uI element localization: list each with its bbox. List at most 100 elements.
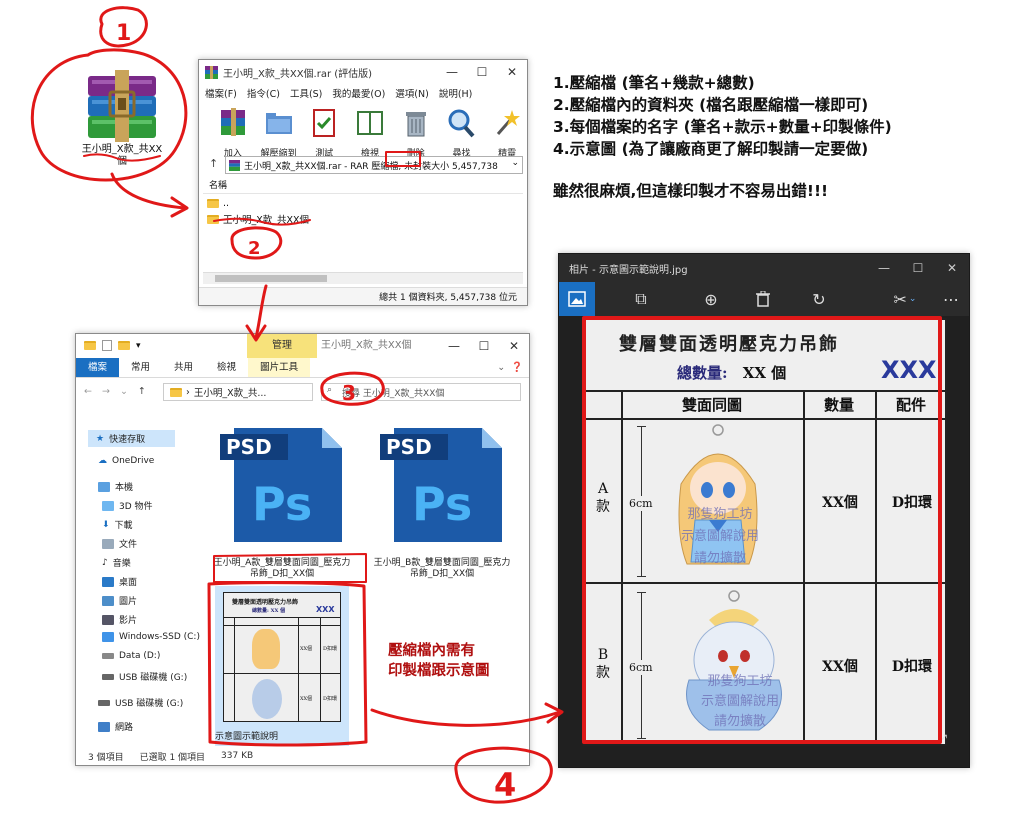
tab-manage[interactable]: 管理 <box>247 334 317 358</box>
sidebar-item-desktop[interactable]: 桌面 <box>102 575 137 588</box>
properties-icon[interactable] <box>102 340 112 351</box>
slideshow-button[interactable]: ⧉ <box>623 282 659 316</box>
new-folder-icon[interactable] <box>118 341 130 350</box>
qat-dropdown-icon[interactable]: ▾ <box>136 341 141 351</box>
sidebar-item-windows-ssd[interactable]: Windows-SSD (C:) <box>102 632 200 642</box>
sidebar-item-this-pc[interactable]: 本機 <box>98 480 133 493</box>
menu-options[interactable]: 選項(N) <box>395 86 429 100</box>
annotation-number-circle <box>99 6 148 48</box>
explorer-ribbon: 檔案 常用 共用 檢視 圖片工具 ⌄ ❓ <box>76 358 529 378</box>
sidebar-item-onedrive[interactable]: ☁ OneDrive <box>98 456 154 466</box>
photos-window[interactable]: 相片 - 示意圖示範說明.jpg — ☐ ✕ ⧉ ⊕ ↻ ✂ ⌄ ⋯ 雙層雙面透明… <box>558 253 970 768</box>
minimize-icon[interactable]: — <box>439 334 469 358</box>
sidebar-item-pictures[interactable]: 圖片 <box>102 594 137 607</box>
psd-badge: PSD <box>386 435 432 459</box>
sidebar-item-network[interactable]: 網路 <box>98 720 133 733</box>
photoshop-file-icon: PSD Ps <box>380 428 502 542</box>
list-item-label: .. <box>223 198 230 209</box>
recent-dropdown-icon[interactable]: ⌄ <box>120 386 128 397</box>
table-col-line <box>621 390 623 744</box>
chevron-down-icon: ⌄ <box>908 294 917 304</box>
sidebar-item-quick-access[interactable]: ★ 快速存取 <box>88 430 176 447</box>
menu-help[interactable]: 說明(H) <box>439 86 473 100</box>
tab-home[interactable]: 常用 <box>119 358 162 377</box>
thumb-line <box>298 617 299 721</box>
table-header-line <box>585 418 945 420</box>
row-b-part: D扣環 <box>891 659 933 675</box>
path-dropdown-icon[interactable]: ⌄ <box>511 158 519 168</box>
tab-share[interactable]: 共用 <box>162 358 205 377</box>
tab-picture-tools[interactable]: 圖片工具 <box>248 358 311 377</box>
photo-canvas[interactable]: 雙層雙面透明壓克力吊飾 總數量: XX 個 XXX 雙面同圖 數量 配件 A 款… <box>583 318 947 746</box>
column-header-name[interactable]: 名稱 <box>203 178 523 194</box>
close-icon[interactable]: ✕ <box>935 254 969 282</box>
forward-icon[interactable]: → <box>102 386 110 397</box>
view-book-icon <box>357 111 384 135</box>
file-item-preview-jpg[interactable]: 雙層雙面透明壓克力吊飾 總數量: XX 個 XXX XX個 D扣環 XX個 D扣… <box>215 586 349 746</box>
horizontal-scrollbar[interactable] <box>203 272 523 284</box>
menu-commands[interactable]: 指令(C) <box>247 86 280 100</box>
rotate-button[interactable]: ↻ <box>801 282 837 316</box>
size-bracket-cap <box>637 426 646 427</box>
file-item-psd-b[interactable]: PSD Ps 王小明_B款_雙層雙面同圖_壓克力吊飾_D扣_XX個 <box>372 420 512 580</box>
close-icon[interactable]: ✕ <box>499 334 529 358</box>
col-part-header: 配件 <box>895 396 926 414</box>
explorer-titlebar[interactable]: ▾ 管理 王小明_X款_共XX個 — ☐ ✕ <box>76 334 529 358</box>
view-collection-button[interactable] <box>559 282 595 316</box>
up-icon[interactable]: ↑ <box>138 386 146 397</box>
scroll-thumb[interactable] <box>215 275 327 282</box>
edit-create-button[interactable]: ✂ ⌄ <box>885 282 925 316</box>
size-bracket-cap <box>637 592 646 593</box>
sidebar-item-usb-drive-root[interactable]: USB 磁碟機 (G:) <box>98 696 183 709</box>
more-options-button[interactable]: ⋯ <box>933 282 969 316</box>
document-icon <box>102 538 114 549</box>
network-icon <box>98 721 110 732</box>
delete-button[interactable] <box>745 282 781 316</box>
file-item-psd-a[interactable]: PSD Ps 王小明_A款_雙層雙面同圖_壓克力吊飾_D扣_XX個 <box>212 420 352 580</box>
up-arrow-icon[interactable]: ↑ <box>209 157 218 170</box>
ribbon-expand-icon[interactable]: ⌄ <box>497 358 511 377</box>
explorer-window[interactable]: ▾ 管理 王小明_X款_共XX個 — ☐ ✕ 檔案 常用 共用 檢視 圖片工具 … <box>75 333 530 766</box>
tab-view[interactable]: 檢視 <box>205 358 248 377</box>
list-item-parent[interactable]: .. <box>207 198 229 209</box>
fullscreen-icon[interactable]: ⤢ <box>937 732 947 747</box>
sidebar-item-videos[interactable]: 影片 <box>102 613 137 626</box>
search-input[interactable]: ⌕ 搜尋 王小明_X款_共XX個 <box>321 383 521 401</box>
sidebar-item-downloads[interactable]: ⬇ 下載 <box>102 518 133 532</box>
sidebar-item-music[interactable]: ♪ 音樂 <box>102 556 131 570</box>
sidebar-item-label: Data (D:) <box>119 651 161 661</box>
row-b-label: B 款 <box>596 647 610 681</box>
back-icon[interactable]: ← <box>84 386 92 397</box>
sidebar-item-3d-objects[interactable]: 3D 物件 <box>102 499 153 512</box>
address-path[interactable]: › 王小明_X款_共... <box>163 383 313 401</box>
help-icon[interactable]: ❓ <box>511 358 529 377</box>
menu-tools[interactable]: 工具(S) <box>290 86 322 100</box>
menu-file[interactable]: 檔案(F) <box>205 86 237 100</box>
close-icon[interactable]: ✕ <box>497 60 527 84</box>
list-item-folder[interactable]: 王小明_X款_共XX個 <box>207 212 309 226</box>
thumb-qty-a: XX個 <box>300 646 313 652</box>
ps-logo-icon: Ps <box>412 477 472 531</box>
menu-favorites[interactable]: 我的最愛(O) <box>332 86 385 100</box>
winrar-window[interactable]: 王小明_X款_共XX個.rar (評估版) — ☐ ✕ 檔案(F) 指令(C) … <box>198 59 528 306</box>
sidebar-item-data-drive[interactable]: Data (D:) <box>102 651 160 661</box>
winrar-titlebar[interactable]: 王小明_X款_共XX個.rar (評估版) — ☐ ✕ <box>199 60 527 84</box>
winrar-path-field[interactable]: 王小明_X款_共XX個.rar - RAR 壓縮檔, 未封裝大小 5,457,7… <box>225 156 523 174</box>
cloud-icon: ☁ <box>98 456 107 466</box>
maximize-icon[interactable]: ☐ <box>901 254 935 282</box>
screenshot-composite: { "desktop": { "rar_icon_label": "王小明_X款… <box>0 0 1024 828</box>
maximize-icon[interactable]: ☐ <box>469 334 499 358</box>
photos-titlebar[interactable]: 相片 - 示意圖示範說明.jpg — ☐ ✕ <box>559 254 969 282</box>
sheet-total: 總數量: XX 個 <box>677 362 786 383</box>
tab-file[interactable]: 檔案 <box>76 358 120 377</box>
winrar-path-text: 王小明_X款_共XX個.rar - RAR 壓縮檔, 未封裝大小 5,457,7… <box>244 161 498 172</box>
sidebar-item-documents[interactable]: 文件 <box>102 537 137 550</box>
minimize-icon[interactable]: — <box>437 60 467 84</box>
maximize-icon[interactable]: ☐ <box>467 60 497 84</box>
file-label: 王小明_A款_雙層雙面同圖_壓克力吊飾_D扣_XX個 <box>213 558 351 579</box>
sidebar-item-usb-drive[interactable]: USB 磁碟機 (G:) <box>102 670 187 683</box>
explorer-title: 王小明_X款_共XX個 <box>321 340 412 351</box>
thumb-total: 總數量: XX 個 <box>252 608 286 614</box>
minimize-icon[interactable]: — <box>867 254 901 282</box>
zoom-in-button[interactable]: ⊕ <box>693 282 729 316</box>
